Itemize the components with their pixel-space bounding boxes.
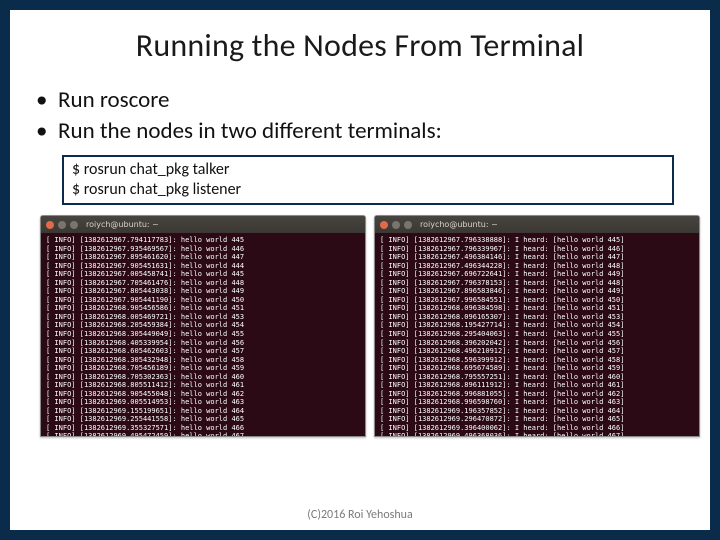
terminal-line: [ INFO] [1382612967.905451631]: hello wo… [46,262,360,271]
terminal-line: [ INFO] [1382612967.905441190]: hello wo… [46,296,360,305]
terminal-line: [ INFO] [1382612968.996881055]: I heard:… [380,390,694,399]
slide-title: Running the Nodes From Terminal [28,26,692,65]
bullet-item: Run roscore [36,85,692,116]
terminal-line: [ INFO] [1382612968.896111912]: I heard:… [380,381,694,390]
terminal-line: [ INFO] [1382612968.705302363]: hello wo… [46,373,360,382]
minimize-icon [392,221,400,229]
terminal-line: [ INFO] [1382612967.935469567]: hello wo… [46,245,360,254]
terminal-line: [ INFO] [1382612968.805511412]: hello wo… [46,381,360,390]
terminal-line: [ INFO] [1382612967.996584551]: I heard:… [380,296,694,305]
terminal-line: [ INFO] [1382612967.896583846]: I heard:… [380,287,694,296]
terminal-line: [ INFO] [1382612967.805443038]: hello wo… [46,287,360,296]
terminal-line: [ INFO] [1382612968.905456586]: hello wo… [46,304,360,313]
code-box: $ rosrun chat_pkg talker $ rosrun chat_p… [62,155,674,205]
terminal-line: [ INFO] [1382612967.796339967]: I heard:… [380,245,694,254]
terminal-line: [ INFO] [1382612969.155199651]: hello wo… [46,407,360,416]
terminal-line: [ INFO] [1382612969.355327571]: hello wo… [46,424,360,433]
terminal-titlebar: roiych@ubuntu: ~ [41,216,365,233]
terminal-line: [ INFO] [1382612968.295404063]: I heard:… [380,330,694,339]
bullet-item: Run the nodes in two different terminals… [36,116,692,147]
terminal-line: [ INFO] [1382612969.396400062]: I heard:… [380,424,694,433]
terminal-titlebar: roiycho@ubuntu: ~ [375,216,699,233]
terminal-line: [ INFO] [1382612968.795557251]: I heard:… [380,373,694,382]
terminal-line: [ INFO] [1382612967.794117783]: hello wo… [46,236,360,245]
terminal-line: [ INFO] [1382612968.496210912]: I heard:… [380,347,694,356]
close-icon [380,221,388,229]
terminal-body: [ INFO] [1382612967.794117783]: hello wo… [41,233,365,436]
terminal-screenshots: roiych@ubuntu: ~ [ INFO] [1382612967.794… [40,215,700,437]
terminal-line: [ INFO] [1382612968.596399912]: I heard:… [380,356,694,365]
terminal-line: [ INFO] [1382612968.205459384]: hello wo… [46,321,360,330]
terminal-line: [ INFO] [1382612968.305449049]: hello wo… [46,330,360,339]
slide-content: Running the Nodes From Terminal Run rosc… [10,10,710,530]
terminal-line: [ INFO] [1382612968.096165307]: I heard:… [380,313,694,322]
code-line: $ rosrun chat_pkg talker [72,160,664,180]
terminal-line: [ INFO] [1382612968.695674589]: I heard:… [380,364,694,373]
bullet-list: Run roscore Run the nodes in two differe… [28,85,692,147]
terminal-line: [ INFO] [1382612967.796378153]: I heard:… [380,279,694,288]
terminal-line: [ INFO] [1382612968.905455048]: hello wo… [46,390,360,399]
terminal-line: [ INFO] [1382612969.196357852]: I heard:… [380,407,694,416]
terminal-line: [ INFO] [1382612967.895461620]: hello wo… [46,253,360,262]
terminal-line: [ INFO] [1382612968.605462603]: hello wo… [46,347,360,356]
terminal-line: [ INFO] [1382612967.696722641]: I heard:… [380,270,694,279]
close-icon [46,221,54,229]
maximize-icon [70,221,78,229]
terminal-line: [ INFO] [1382612969.496368036]: I heard:… [380,432,694,437]
terminal-line: [ INFO] [1382612968.005469721]: hello wo… [46,313,360,322]
terminal-line: [ INFO] [1382612967.796338888]: I heard:… [380,236,694,245]
terminal-line: [ INFO] [1382612969.005514953]: hello wo… [46,398,360,407]
terminal-line: [ INFO] [1382612967.705461476]: hello wo… [46,279,360,288]
slide-footer: (C)2016 Roi Yehoshua [10,508,710,522]
terminal-line: [ INFO] [1382612968.305432948]: hello wo… [46,356,360,365]
terminal-line: [ INFO] [1382612968.096384598]: I heard:… [380,304,694,313]
code-line: $ rosrun chat_pkg listener [72,180,664,200]
terminal-left: roiych@ubuntu: ~ [ INFO] [1382612967.794… [40,215,366,437]
terminal-title: roiych@ubuntu: ~ [86,220,159,229]
terminal-line: [ INFO] [1382612967.496384146]: I heard:… [380,253,694,262]
terminal-line: [ INFO] [1382612968.705456189]: hello wo… [46,364,360,373]
terminal-line: [ INFO] [1382612967.005458741]: hello wo… [46,270,360,279]
maximize-icon [404,221,412,229]
terminal-line: [ INFO] [1382612968.195427714]: I heard:… [380,321,694,330]
terminal-line: [ INFO] [1382612967.496344228]: I heard:… [380,262,694,271]
terminal-line: [ INFO] [1382612969.296470872]: I heard:… [380,415,694,424]
terminal-right: roiycho@ubuntu: ~ [ INFO] [1382612967.79… [374,215,700,437]
terminal-line: [ INFO] [1382612968.405339954]: hello wo… [46,339,360,348]
minimize-icon [58,221,66,229]
terminal-line: [ INFO] [1382612969.495472459]: hello wo… [46,432,360,437]
terminal-body: [ INFO] [1382612967.796338888]: I heard:… [375,233,699,436]
terminal-line: [ INFO] [1382612968.396202042]: I heard:… [380,339,694,348]
terminal-line: [ INFO] [1382612969.255441558]: hello wo… [46,415,360,424]
terminal-title: roiycho@ubuntu: ~ [420,220,498,229]
terminal-line: [ INFO] [1382612968.996598760]: I heard:… [380,398,694,407]
